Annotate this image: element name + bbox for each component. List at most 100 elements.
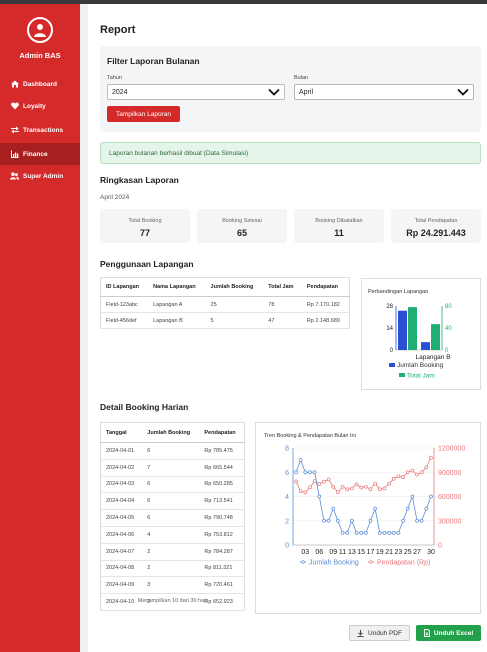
data-point-jumlah-booking: [405, 506, 410, 511]
y-tick-label-right: 900000: [438, 470, 461, 477]
table-header-row: Tanggal Jumlah Booking Pendapatan: [100, 422, 245, 443]
data-point-pendapatan: [396, 474, 401, 479]
data-point-pendapatan: [354, 482, 359, 487]
data-point-jumlah-booking: [419, 518, 424, 523]
data-point-pendapatan: [363, 484, 368, 489]
chart-icon: [10, 150, 19, 159]
sidebar-item-dashboard[interactable]: Dashboard: [0, 73, 80, 95]
bar-chart: Perbandingan Lapangan0142804080Lapangan …: [368, 289, 452, 380]
data-point-pendapatan: [373, 481, 377, 486]
download-excel-button[interactable]: Unduh Excel: [416, 625, 481, 641]
download-pdf-button[interactable]: Unduh PDF: [349, 625, 410, 641]
data-point-pendapatan: [377, 487, 382, 492]
y-tick-label-right: 80: [445, 304, 452, 310]
table-row: 2024-04-01 6 Rp 785.475: [100, 442, 245, 460]
sidebar-item-super-admin[interactable]: Super Admin: [0, 165, 80, 187]
table-cell: 6: [142, 509, 200, 527]
sidebar-item-label: Loyalty: [23, 102, 46, 110]
table-cell: Rp 713.541: [199, 492, 245, 511]
main-content: Report Filter Laporan Bulanan Tahun 2024…: [88, 4, 487, 652]
table-cell: 2024-04-02: [100, 459, 143, 477]
data-point-jumlah-booking: [377, 531, 382, 535]
legend-marker-pendapatan: [369, 560, 373, 564]
table-cell: Rp 720.461: [199, 576, 245, 595]
year-label: Tahun: [107, 75, 122, 81]
table-cell: 2: [142, 543, 200, 561]
card-value: 11: [334, 228, 344, 238]
chevron-down-icon: [268, 88, 280, 96]
x-tick-label: 23: [395, 549, 403, 556]
table-row: Field-123abc Lapangan A 25 78 Rp 7.170.1…: [100, 296, 350, 313]
table-row: 2024-04-04 6 Rp 713.541: [100, 492, 245, 511]
brand-name: Admin BAS: [19, 51, 61, 60]
sidebar-item-label: Transactions: [23, 126, 64, 134]
table-cell: 2024-04-03: [100, 476, 143, 494]
table-cell: Rp 811.321: [199, 560, 245, 578]
sidebar-item-transactions[interactable]: Transactions: [0, 119, 80, 141]
x-tick-label: 11: [339, 549, 346, 556]
line-chart: Tren Booking & Pendapatan Bulan Ini 0 2 4 6 8…: [264, 433, 465, 567]
sidebar-item-label: Dashboard: [23, 80, 57, 88]
table-cell: 25: [205, 296, 264, 313]
data-point-jumlah-booking: [401, 518, 405, 523]
legend-label: Jumlah Booking: [397, 362, 444, 369]
data-point-jumlah-booking: [340, 531, 345, 535]
daily-title: Detail Booking Harian: [100, 402, 189, 412]
data-point-jumlah-booking: [373, 506, 377, 511]
column-header: Jumlah Booking: [142, 422, 200, 443]
data-point-jumlah-booking: [396, 531, 401, 535]
sidebar-item-loyalty[interactable]: Loyalty: [0, 95, 80, 117]
data-point-jumlah-booking: [345, 531, 350, 535]
x-tick-label: 25: [404, 549, 412, 556]
x-tick-label: 03: [301, 549, 309, 556]
x-tick-label: Lapangan B: [415, 354, 450, 361]
column-header: Pendapatan: [199, 422, 245, 443]
y-tick-label-right: 1200000: [438, 446, 465, 453]
summary-card-cancelled: Booking Dibatalkan 11: [294, 209, 384, 243]
show-report-button[interactable]: Tampilkan Laporan: [107, 106, 180, 122]
summary-title: Ringkasan Laporan: [100, 175, 179, 185]
table-cell: 6: [142, 492, 200, 511]
column-header: Jumlah Booking: [205, 277, 264, 297]
data-point-jumlah-booking: [387, 531, 391, 535]
data-point-jumlah-booking: [322, 518, 326, 523]
year-select[interactable]: 2024: [107, 84, 285, 100]
data-point-pendapatan: [429, 455, 433, 460]
data-point-pendapatan: [331, 484, 336, 489]
bar-jumlah-booking: [421, 342, 430, 350]
table-cell: Rp 753.812: [199, 526, 245, 544]
card-value: 77: [139, 228, 150, 238]
data-point-pendapatan: [303, 490, 308, 495]
table-cell: 2024-04-08: [100, 560, 143, 578]
data-point-pendapatan: [294, 479, 298, 484]
year-select-value: 2024: [112, 88, 128, 96]
card-label: Booking Selesai: [222, 218, 262, 224]
x-tick-label: 06: [315, 549, 323, 556]
x-tick-label: 15: [357, 549, 365, 556]
month-select[interactable]: April: [294, 84, 474, 100]
table-cell: Lapangan B: [148, 312, 206, 329]
table-cell: 6: [142, 442, 200, 460]
legend-label: Pendapatan (Rp): [377, 560, 430, 567]
sidebar: Admin BAS Dashboard Loyalty Transactions…: [0, 4, 80, 652]
data-point-pendapatan: [391, 476, 396, 481]
data-point-jumlah-booking: [391, 531, 396, 535]
card-label: Total Booking: [128, 218, 162, 224]
card-label: Total Pendapatan: [414, 218, 458, 224]
y-tick-label: 2: [285, 518, 289, 525]
table-cell: Rp 7.170.182: [301, 296, 350, 313]
table-row: 2024-04-07 2 Rp 784.287: [100, 543, 245, 561]
page-title: Report: [100, 24, 136, 36]
data-point-pendapatan: [345, 487, 350, 492]
card-value: Rp 24.291.443: [406, 228, 466, 238]
sidebar-item-label: Super Admin: [23, 172, 64, 180]
legend-swatch-booking: [389, 363, 395, 367]
data-point-jumlah-booking: [326, 518, 331, 523]
table-cell: Rp 784.287: [199, 543, 245, 561]
legend-label: Jumlah Booking: [309, 560, 359, 567]
y-tick-label: 6: [285, 470, 289, 477]
y-tick-label: 4: [285, 494, 289, 501]
data-point-pendapatan: [405, 470, 410, 475]
sidebar-item-finance[interactable]: Finance: [0, 143, 80, 165]
bar-total-jam: [431, 324, 440, 350]
